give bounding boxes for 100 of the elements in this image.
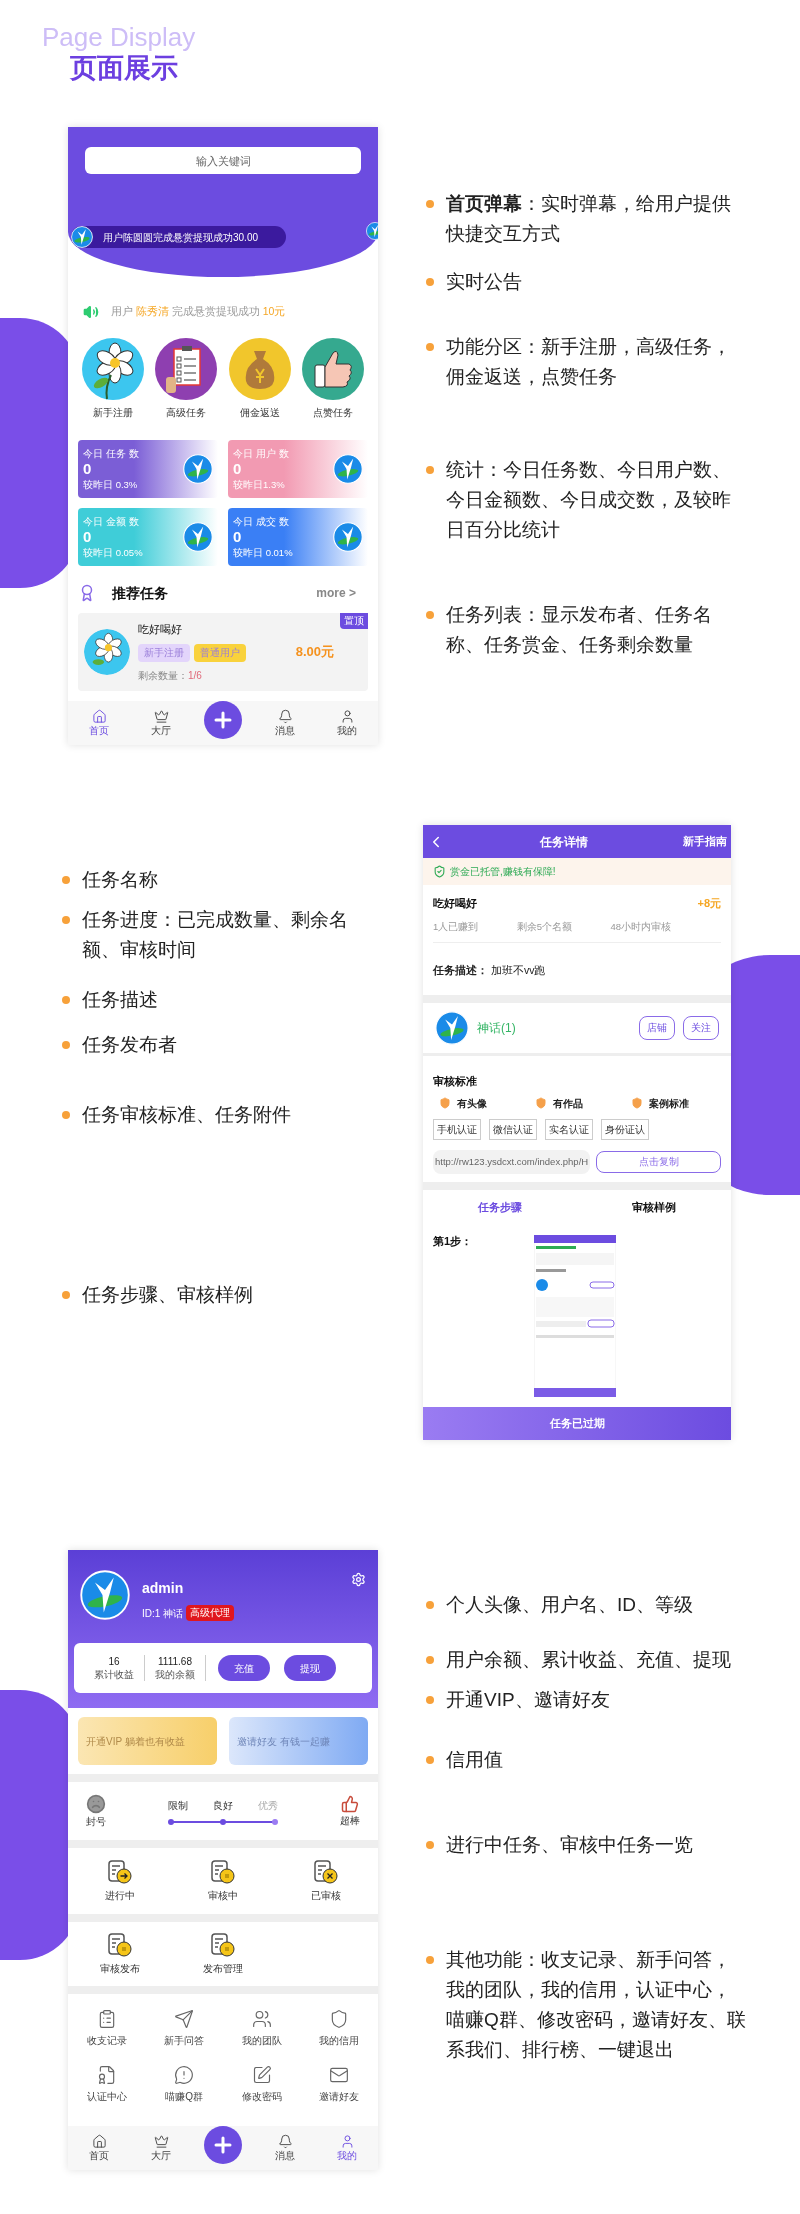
- tab-item[interactable]: 消息: [254, 2134, 316, 2162]
- feature-text: 任务发布者: [82, 1033, 177, 1057]
- menu-item[interactable]: 修改密码: [223, 2056, 301, 2112]
- tab-item[interactable]: 大厅: [130, 709, 192, 737]
- face-icon: [86, 1793, 106, 1814]
- thumbs-up-icon: [301, 337, 366, 401]
- feature-text: 任务列表：显示发布者、任务名称、任务赏金、任务剩余数量: [446, 603, 713, 657]
- task-card[interactable]: 吃好喝好 新手注册 普通用户 剩余数量：1/6 8.00元 置顶: [78, 613, 368, 691]
- menu-item[interactable]: 新手问答: [145, 2000, 223, 2056]
- feature-text: 信用值: [446, 1748, 503, 1772]
- menu-item[interactable]: 收支记录: [68, 2000, 146, 2056]
- clipboard-icon: [154, 337, 219, 401]
- user-id: ID:1 神话: [142, 1606, 184, 1621]
- certificate-icon: [96, 2064, 117, 2085]
- tab-item[interactable]: 我的: [316, 2134, 378, 2162]
- feature-text: 统计：今日任务数、今日用户数、今日金额数、今日成交数，及较昨日百分比统计: [446, 458, 732, 542]
- credit-level: 限制: [168, 1798, 188, 1813]
- verification-tag: 身份证认: [601, 1118, 649, 1140]
- guarantee-text: 赏金已托管,赚钱有保障!: [450, 865, 556, 879]
- settings-icon[interactable]: [351, 1572, 366, 1587]
- tab-item[interactable]: 消息: [254, 709, 316, 737]
- menu-item[interactable]: 邀请好友: [300, 2056, 378, 2112]
- stat-change: 较昨日 0.01%: [233, 546, 293, 559]
- credit-high-label: 超棒: [340, 1813, 360, 1828]
- tab-item[interactable]: 首页: [68, 709, 130, 737]
- feature-text: 任务进度：已完成数量、剩余名额、审核时间: [82, 908, 349, 962]
- paper-plane-icon: [174, 2008, 195, 2029]
- level-badge: 高级代理: [186, 1605, 235, 1622]
- chat-bubble-icon: [174, 2064, 195, 2085]
- speaker-icon: [83, 304, 99, 320]
- feature-text: 任务审核标准、任务附件: [82, 1103, 291, 1127]
- stat-value: 0: [83, 460, 93, 478]
- task-reward: 8.00元: [295, 643, 334, 662]
- category-item[interactable]: 高级任务: [149, 337, 223, 420]
- avatar-icon: [71, 226, 93, 248]
- home-icon: [91, 2134, 107, 2149]
- outline-button[interactable]: 关注: [683, 1015, 719, 1040]
- link-field[interactable]: http://rw123.ysdcxt.com/index.php/H: [433, 1149, 591, 1174]
- person-icon: [339, 2134, 355, 2149]
- flower-icon: [84, 629, 130, 675]
- edit-icon: [251, 2064, 272, 2085]
- progress-text: 1人已赚到: [433, 919, 479, 934]
- category-item[interactable]: 新手注册: [76, 337, 150, 420]
- feature-text: 用户余额、累计收益、充值、提现: [446, 1648, 731, 1672]
- people-icon: [251, 2008, 272, 2029]
- notice-text: 用户 陈秀清 完成悬赏提现成功 10元: [111, 304, 286, 320]
- wallet-button[interactable]: 充值: [218, 1655, 270, 1682]
- menu-item[interactable]: 我的团队: [223, 2000, 301, 2056]
- tab[interactable]: 审核样例: [577, 1199, 731, 1216]
- progress-text: 48小时内审核: [610, 919, 671, 934]
- stat-title: 今日 任务 数: [83, 447, 139, 460]
- wallet-value: 16: [108, 1655, 120, 1669]
- menu-item[interactable]: 认证中心: [68, 2056, 146, 2112]
- verification-tag: 微信认证: [489, 1118, 537, 1140]
- task-reward: +8元: [697, 896, 721, 911]
- shield-icon: [439, 1097, 451, 1110]
- wallet-button[interactable]: 提现: [284, 1655, 336, 1682]
- stat-title: 今日 用户 数: [233, 447, 289, 460]
- search-field[interactable]: 输入关键词: [85, 147, 361, 174]
- feature-text: 实时公告: [446, 270, 522, 294]
- stat-title: 今日 金额 数: [83, 515, 140, 528]
- logo-icon: [333, 454, 363, 484]
- wallet-label: 累计收益: [94, 1668, 134, 1682]
- document-coin-icon: [210, 1932, 236, 1958]
- add-button[interactable]: [204, 701, 242, 739]
- criterion-text: 有头像: [457, 1096, 487, 1111]
- menu-item[interactable]: 我的信用: [300, 2000, 378, 2056]
- danmaku-text: 用户陈圆圆完成悬赏提现成功30.00: [103, 230, 259, 245]
- tab-item[interactable]: 首页: [68, 2134, 130, 2162]
- copy-button[interactable]: 点击复制: [596, 1150, 721, 1173]
- outline-button[interactable]: 店铺: [639, 1015, 675, 1040]
- menu-item[interactable]: 喵赚Q群: [145, 2056, 223, 2112]
- feature-text: 开通VIP、邀请好友: [446, 1688, 610, 1712]
- credit-level: 良好: [213, 1798, 233, 1813]
- verification-tag: 手机认证: [433, 1118, 481, 1140]
- tab-item[interactable]: 我的: [316, 709, 378, 737]
- publisher-name: 神话(1): [477, 1019, 516, 1037]
- category-item[interactable]: 佣金返送: [223, 337, 297, 420]
- pinned-badge: 置顶: [340, 613, 368, 630]
- more-link[interactable]: more >: [316, 584, 356, 602]
- status-item[interactable]: 审核中: [171, 1859, 275, 1903]
- feature-text: 任务描述: [82, 988, 158, 1012]
- publish-item[interactable]: 发布管理: [171, 1932, 275, 1976]
- category-item[interactable]: 点赞任务: [296, 337, 370, 420]
- criterion-text: 案例标准: [649, 1096, 689, 1111]
- step-label: 第1步：: [433, 1233, 473, 1249]
- publish-item[interactable]: 审核发布: [68, 1932, 172, 1976]
- status-item[interactable]: 进行中: [68, 1859, 172, 1903]
- add-button[interactable]: [204, 2126, 242, 2164]
- status-item[interactable]: 已审核: [274, 1859, 378, 1903]
- guide-link[interactable]: 新手指南: [683, 833, 727, 850]
- tab[interactable]: 任务步骤: [423, 1199, 577, 1216]
- wallet-value: 1111.68: [158, 1655, 192, 1669]
- task-tag: 新手注册: [138, 643, 190, 662]
- expired-button[interactable]: 任务已过期: [423, 1407, 731, 1440]
- task-tag: 普通用户: [194, 643, 246, 662]
- document-coin-icon: [106, 1932, 133, 1958]
- review-title: 审核标准: [433, 1074, 477, 1087]
- tab-item[interactable]: 大厅: [130, 2134, 192, 2162]
- money-bag-icon: [227, 337, 292, 401]
